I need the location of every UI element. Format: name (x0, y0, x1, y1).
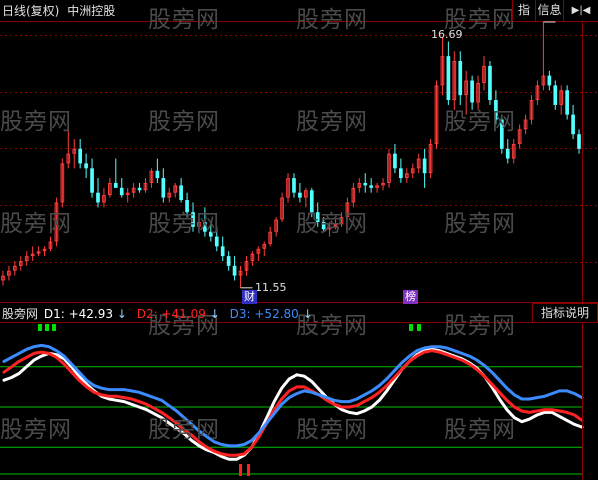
d3-value: +52.80 (254, 307, 299, 321)
indicator-name: 股旁网 (2, 307, 39, 321)
candle-body-down (84, 163, 88, 169)
buy-signal-marker (409, 324, 413, 331)
d3-series-line (2, 343, 584, 448)
d3-down-arrow-icon: ↓ (302, 307, 313, 321)
period-label: 日线(复权) (2, 4, 60, 18)
chart-stage: 股旁网 股旁网 股旁网 股旁网 股旁网 股旁网 股旁网 股旁网 股旁网 股旁网 … (0, 0, 598, 480)
candle-body-down (179, 185, 183, 201)
d1-down-arrow-icon: ↓ (116, 307, 127, 321)
low-price-label: 11.55 (255, 281, 287, 294)
candle-body-down (369, 185, 374, 188)
stock-name: 中洲控股 (67, 4, 116, 18)
d2-value: +41.09 (161, 307, 206, 321)
candle-body-down (399, 168, 403, 179)
candle-body-down (499, 119, 504, 149)
candle-body-down (214, 236, 219, 247)
high-price-label: 16.69 (431, 28, 463, 41)
candle-body-down (393, 153, 397, 169)
chart-canvas (0, 21, 598, 480)
candle-body-down (363, 182, 368, 186)
candle-body-down (90, 168, 94, 193)
candle-body-down (185, 200, 189, 213)
candle-body-down (470, 80, 474, 103)
candle-body-down (78, 148, 83, 164)
candle-body-down (571, 114, 575, 135)
candle-body-down (191, 212, 195, 227)
candle-body-down (220, 246, 225, 257)
candle-body-down (446, 56, 451, 101)
d1-value: +42.93 (68, 307, 114, 321)
candle-body-down (137, 187, 142, 191)
candle-body-down (119, 187, 124, 196)
ranking-list-tag[interactable]: 榜 (403, 290, 418, 304)
candle-body-down (494, 100, 498, 120)
candle-body-down (315, 212, 320, 222)
sell-signal-marker (247, 464, 250, 476)
sell-signal-marker (239, 464, 242, 476)
candle-body-down (309, 190, 314, 213)
candle-body-down (547, 75, 552, 86)
d2-label: D2: (136, 307, 158, 321)
candle-body-down (203, 221, 207, 232)
price-pane-title: 日线(复权) 中洲控股 (2, 3, 115, 19)
d3-label: D3: (229, 307, 251, 321)
candle-body-down (298, 192, 302, 198)
indicator-explain-button[interactable]: 指标说明 (532, 303, 598, 323)
candle-body-down (292, 178, 296, 193)
buy-signal-marker (38, 324, 42, 331)
indicator-toggle-button[interactable]: 指 (512, 0, 535, 21)
candle-body-down (422, 158, 427, 174)
candle-body-down (577, 134, 581, 149)
collapse-arrow-button[interactable]: ▶|◀ (563, 0, 598, 21)
d1-label: D1: (43, 307, 65, 321)
candle-body-down (232, 265, 237, 276)
candle-body-down (505, 148, 510, 159)
buy-signal-marker (417, 324, 421, 331)
candle-body-down (488, 65, 492, 101)
candle-body-down (161, 178, 166, 198)
candle-body-down (96, 192, 100, 203)
candle-body-down (113, 182, 118, 188)
candle-body-down (321, 221, 326, 230)
candle-body-down (226, 256, 231, 266)
candle-body-down (208, 231, 213, 237)
d2-down-arrow-icon: ↓ (209, 307, 220, 321)
d1-series-line (2, 347, 584, 461)
info-button[interactable]: 信息 (535, 0, 563, 21)
candle-body-down (155, 170, 160, 179)
candle-body-down (458, 61, 463, 96)
financial-report-tag[interactable]: 财 (242, 290, 257, 304)
candle-body-down (553, 85, 558, 105)
indicator-title-bar: 股旁网 D1: +42.93 ↓ D2: +41.09 ↓ D3: +52.80… (2, 306, 313, 322)
buy-signal-marker (52, 324, 56, 331)
buy-signal-marker (45, 324, 49, 331)
candle-body-down (565, 90, 569, 115)
